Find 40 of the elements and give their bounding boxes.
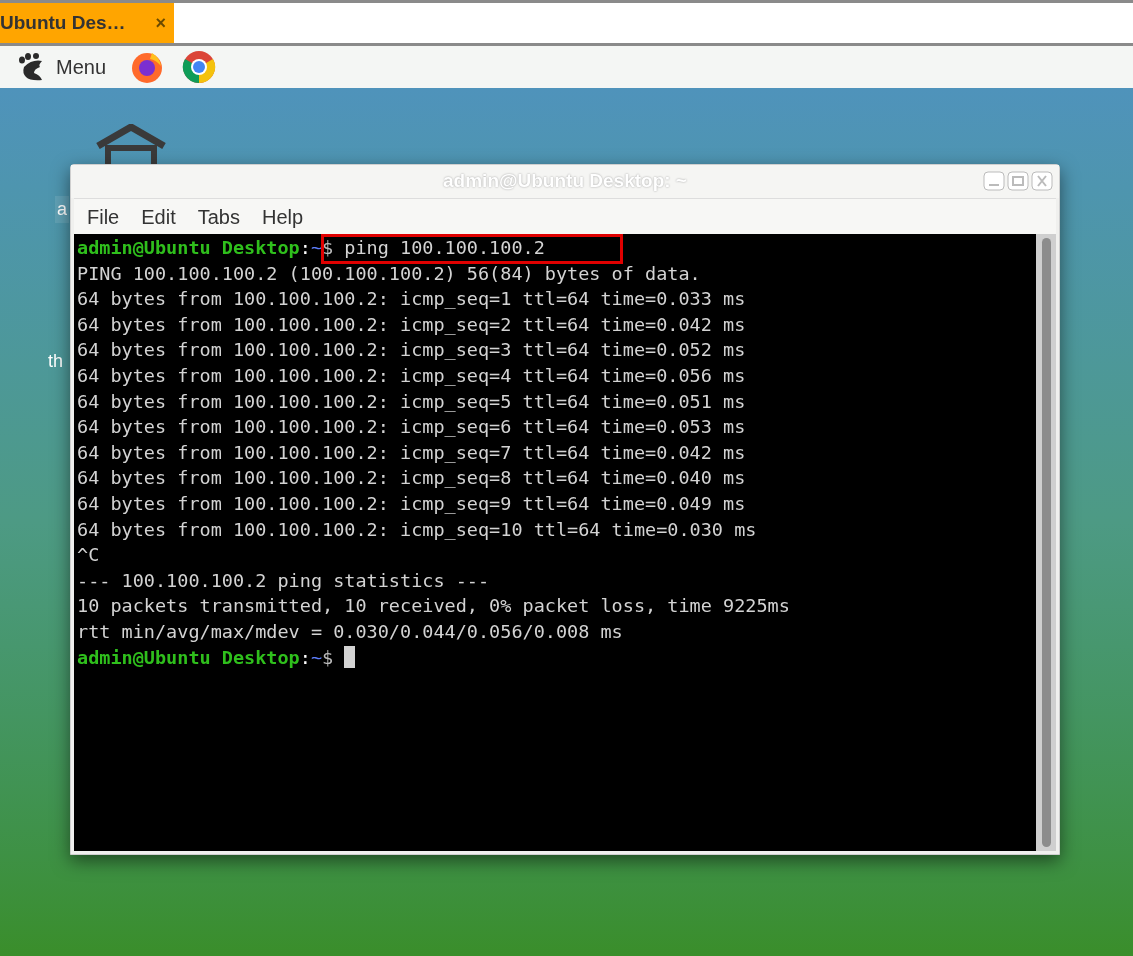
output-line: PING 100.100.100.2 (100.100.100.2) 56(84) bytes of data.	[77, 261, 701, 286]
close-button[interactable]: ×	[155, 9, 166, 37]
output-line: 64 bytes from 100.100.100.2: icmp_seq=9 ttl=64 time=0.049 ms	[77, 491, 746, 516]
output-line: 64 bytes from 100.100.100.2: icmp_seq=8 ttl=64 time=0.040 ms	[77, 466, 746, 491]
menu-item[interactable]: Tabs	[197, 201, 240, 232]
output-line: 64 bytes from 100.100.100.2: icmp_seq=3 ttl=64 time=0.052 ms	[77, 338, 746, 363]
menu-item[interactable]: Help	[261, 201, 304, 232]
output-line: ^C	[77, 543, 100, 568]
desktop-icon-label: th	[48, 350, 63, 373]
output-line: --- 100.100.100.2 ping statistics ---	[77, 568, 490, 593]
output-line: 64 bytes from 100.100.100.2: icmp_seq=6 ttl=64 time=0.053 ms	[77, 415, 746, 440]
output-line: 10 packets transmitted, 10 received, 0% packet loss, time 9225ms	[77, 594, 790, 619]
tab-title: Ubuntu Des…	[0, 10, 126, 35]
prompt-user: admin@Ubuntu Desktop	[77, 236, 300, 260]
output-line: 64 bytes from 100.100.100.2: icmp_seq=5 ttl=64 time=0.051 ms	[77, 389, 746, 414]
output-line: 64 bytes from 100.100.100.2: icmp_seq=2 ttl=64 time=0.042 ms	[77, 312, 746, 337]
output-line: 64 bytes from 100.100.100.2: icmp_seq=4 ttl=64 time=0.056 ms	[77, 363, 746, 388]
prompt-user: admin@Ubuntu Desktop	[77, 645, 300, 670]
prompt-separator: :	[299, 236, 311, 260]
prompt-separator: :	[299, 645, 311, 670]
browser-circle-icon[interactable]	[182, 50, 217, 84]
output-line: 64 bytes from 100.100.100.2: icmp_seq=10 ttl=64 time=0.030 ms	[77, 517, 757, 542]
prompt-path: ~	[310, 645, 323, 670]
browser-fox-icon[interactable]	[130, 50, 165, 84]
command-text: ping 100.100.100.2	[343, 236, 545, 260]
maximize-icon[interactable]	[1007, 171, 1029, 191]
close-icon[interactable]	[1031, 171, 1053, 191]
minimize-icon[interactable]	[983, 171, 1005, 191]
output-line: rtt min/avg/max/mdev = 0.030/0.044/0.056/0.008 ms	[77, 619, 623, 644]
output-line: 64 bytes from 100.100.100.2: icmp_seq=7 ttl=64 time=0.042 ms	[77, 440, 746, 465]
menu-item[interactable]: File	[87, 201, 120, 232]
desktop-icon-label: a	[55, 196, 69, 223]
prompt-path: ~	[310, 236, 323, 260]
prompt-symbol: $	[322, 236, 334, 260]
scrollbar[interactable]	[1036, 234, 1056, 851]
browser-tab[interactable]: Ubuntu Des… ×	[0, 3, 174, 43]
menu-item[interactable]: Edit	[141, 201, 176, 232]
output-line: 64 bytes from 100.100.100.2: icmp_seq=1 ttl=64 time=0.033 ms	[77, 287, 746, 312]
menu-button[interactable]: Menu	[18, 52, 107, 82]
prompt-symbol: $	[322, 645, 334, 670]
